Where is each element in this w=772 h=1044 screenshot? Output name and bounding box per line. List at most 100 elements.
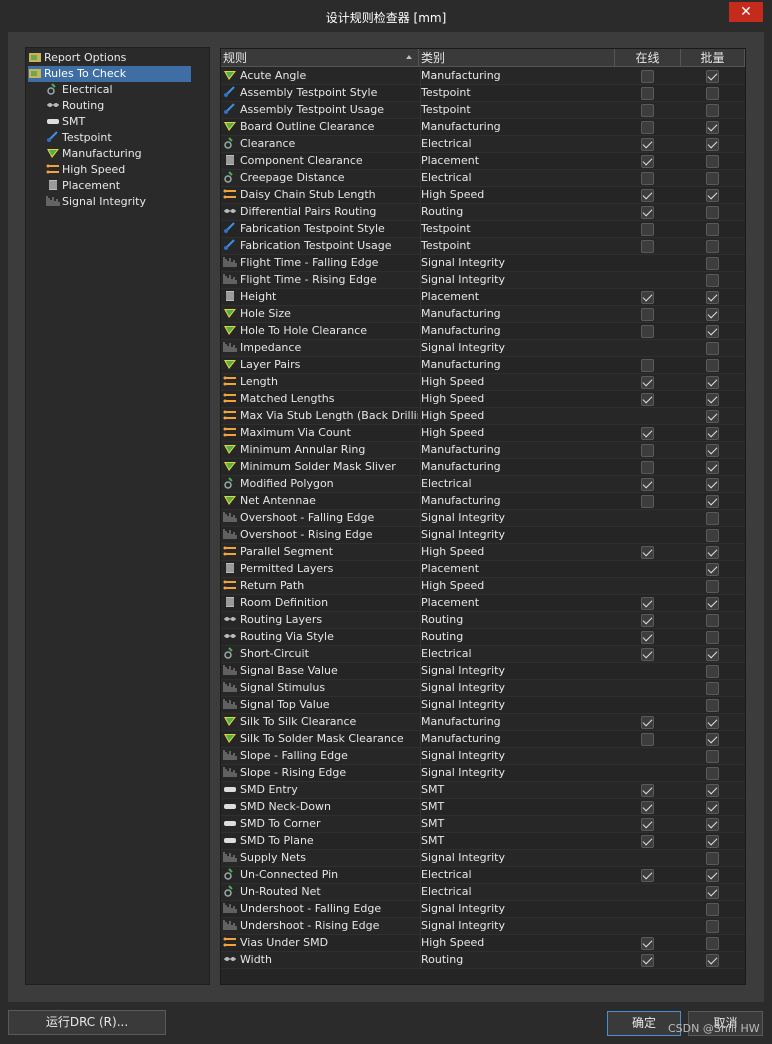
tree-item-high-speed[interactable]: High Speed bbox=[46, 162, 125, 178]
table-row[interactable]: Width Routing bbox=[221, 952, 745, 969]
online-checkbox[interactable] bbox=[641, 376, 654, 389]
table-row[interactable]: Matched Lengths High Speed bbox=[221, 391, 745, 408]
online-checkbox[interactable] bbox=[641, 206, 654, 219]
online-checkbox[interactable] bbox=[641, 818, 654, 831]
online-checkbox[interactable] bbox=[641, 291, 654, 304]
batch-checkbox[interactable] bbox=[706, 529, 719, 542]
table-row[interactable]: Undershoot - Falling Edge Signal Integrit… bbox=[221, 901, 745, 918]
close-button[interactable]: ✕ bbox=[729, 2, 763, 22]
column-header-category[interactable]: 类别 bbox=[419, 49, 615, 67]
online-checkbox[interactable] bbox=[641, 121, 654, 134]
batch-checkbox[interactable] bbox=[706, 767, 719, 780]
batch-checkbox[interactable] bbox=[706, 954, 719, 967]
online-checkbox[interactable] bbox=[641, 308, 654, 321]
batch-checkbox[interactable] bbox=[706, 70, 719, 83]
table-row[interactable]: Signal Top Value Signal Integrity bbox=[221, 697, 745, 714]
table-row[interactable]: Short-Circuit Electrical bbox=[221, 646, 745, 663]
batch-checkbox[interactable] bbox=[706, 563, 719, 576]
batch-checkbox[interactable] bbox=[706, 920, 719, 933]
online-checkbox[interactable] bbox=[641, 104, 654, 117]
table-row[interactable]: Undershoot - Rising Edge Signal Integrity bbox=[221, 918, 745, 935]
online-checkbox[interactable] bbox=[641, 87, 654, 100]
table-row[interactable]: Silk To Silk Clearance Manufacturing bbox=[221, 714, 745, 731]
table-row[interactable]: Net Antennae Manufacturing bbox=[221, 493, 745, 510]
table-row[interactable]: Vias Under SMD High Speed bbox=[221, 935, 745, 952]
table-row[interactable]: Room Definition Placement bbox=[221, 595, 745, 612]
table-row[interactable]: Impedance Signal Integrity bbox=[221, 340, 745, 357]
batch-checkbox[interactable] bbox=[706, 155, 719, 168]
tree-item-placement[interactable]: Placement bbox=[46, 178, 120, 194]
batch-checkbox[interactable] bbox=[706, 699, 719, 712]
table-row[interactable]: Differential Pairs Routing Routing bbox=[221, 204, 745, 221]
batch-checkbox[interactable] bbox=[706, 342, 719, 355]
online-checkbox[interactable] bbox=[641, 631, 654, 644]
table-row[interactable]: Overshoot - Falling Edge Signal Integrity bbox=[221, 510, 745, 527]
batch-checkbox[interactable] bbox=[706, 189, 719, 202]
batch-checkbox[interactable] bbox=[706, 257, 719, 270]
table-row[interactable]: Slope - Falling Edge Signal Integrity bbox=[221, 748, 745, 765]
tree-item-electrical[interactable]: Electrical bbox=[46, 82, 113, 98]
online-checkbox[interactable] bbox=[641, 359, 654, 372]
batch-checkbox[interactable] bbox=[706, 835, 719, 848]
table-row[interactable]: Flight Time - Falling Edge Signal Integri… bbox=[221, 255, 745, 272]
tree-item-routing[interactable]: Routing bbox=[46, 98, 104, 114]
table-row[interactable]: Routing Via Style Routing bbox=[221, 629, 745, 646]
table-row[interactable]: Return Path High Speed bbox=[221, 578, 745, 595]
batch-checkbox[interactable] bbox=[706, 172, 719, 185]
batch-checkbox[interactable] bbox=[706, 121, 719, 134]
batch-checkbox[interactable] bbox=[706, 597, 719, 610]
table-row[interactable]: Component Clearance Placement bbox=[221, 153, 745, 170]
batch-checkbox[interactable] bbox=[706, 291, 719, 304]
batch-checkbox[interactable] bbox=[706, 937, 719, 950]
batch-checkbox[interactable] bbox=[706, 665, 719, 678]
batch-checkbox[interactable] bbox=[706, 682, 719, 695]
online-checkbox[interactable] bbox=[641, 155, 654, 168]
batch-checkbox[interactable] bbox=[706, 461, 719, 474]
online-checkbox[interactable] bbox=[641, 597, 654, 610]
tree-item-rules-to-check[interactable]: Rules To Check bbox=[28, 66, 191, 82]
batch-checkbox[interactable] bbox=[706, 495, 719, 508]
table-row[interactable]: Parallel Segment High Speed bbox=[221, 544, 745, 561]
batch-checkbox[interactable] bbox=[706, 546, 719, 559]
batch-checkbox[interactable] bbox=[706, 359, 719, 372]
table-row[interactable]: Routing Layers Routing bbox=[221, 612, 745, 629]
online-checkbox[interactable] bbox=[641, 223, 654, 236]
table-row[interactable]: Creepage Distance Electrical bbox=[221, 170, 745, 187]
tree-item-signal-integrity[interactable]: Signal Integrity bbox=[46, 194, 146, 210]
table-row[interactable]: Minimum Solder Mask Sliver Manufacturing bbox=[221, 459, 745, 476]
online-checkbox[interactable] bbox=[641, 716, 654, 729]
batch-checkbox[interactable] bbox=[706, 750, 719, 763]
run-drc-button[interactable]: 运行DRC (R)... bbox=[8, 1010, 166, 1035]
batch-checkbox[interactable] bbox=[706, 818, 719, 831]
online-checkbox[interactable] bbox=[641, 546, 654, 559]
online-checkbox[interactable] bbox=[641, 70, 654, 83]
table-row[interactable]: Fabrication Testpoint Usage Testpoint bbox=[221, 238, 745, 255]
online-checkbox[interactable] bbox=[641, 648, 654, 661]
batch-checkbox[interactable] bbox=[706, 274, 719, 287]
online-checkbox[interactable] bbox=[641, 189, 654, 202]
online-checkbox[interactable] bbox=[641, 478, 654, 491]
table-row[interactable]: Silk To Solder Mask Clearance Manufacturi… bbox=[221, 731, 745, 748]
online-checkbox[interactable] bbox=[641, 427, 654, 440]
batch-checkbox[interactable] bbox=[706, 648, 719, 661]
table-row[interactable]: Height Placement bbox=[221, 289, 745, 306]
table-row[interactable]: Daisy Chain Stub Length High Speed bbox=[221, 187, 745, 204]
batch-checkbox[interactable] bbox=[706, 784, 719, 797]
table-row[interactable]: Slope - Rising Edge Signal Integrity bbox=[221, 765, 745, 782]
batch-checkbox[interactable] bbox=[706, 104, 719, 117]
tree-item-smt[interactable]: SMT bbox=[46, 114, 85, 130]
table-row[interactable]: Board Outline Clearance Manufacturing bbox=[221, 119, 745, 136]
batch-checkbox[interactable] bbox=[706, 308, 719, 321]
batch-checkbox[interactable] bbox=[706, 852, 719, 865]
batch-checkbox[interactable] bbox=[706, 733, 719, 746]
table-row[interactable]: Length High Speed bbox=[221, 374, 745, 391]
batch-checkbox[interactable] bbox=[706, 223, 719, 236]
table-row[interactable]: Flight Time - Rising Edge Signal Integrit… bbox=[221, 272, 745, 289]
table-row[interactable]: Assembly Testpoint Usage Testpoint bbox=[221, 102, 745, 119]
batch-checkbox[interactable] bbox=[706, 903, 719, 916]
column-header-batch[interactable]: 批量 bbox=[681, 49, 745, 67]
online-checkbox[interactable] bbox=[641, 444, 654, 457]
batch-checkbox[interactable] bbox=[706, 393, 719, 406]
table-row[interactable]: Clearance Electrical bbox=[221, 136, 745, 153]
online-checkbox[interactable] bbox=[641, 138, 654, 151]
